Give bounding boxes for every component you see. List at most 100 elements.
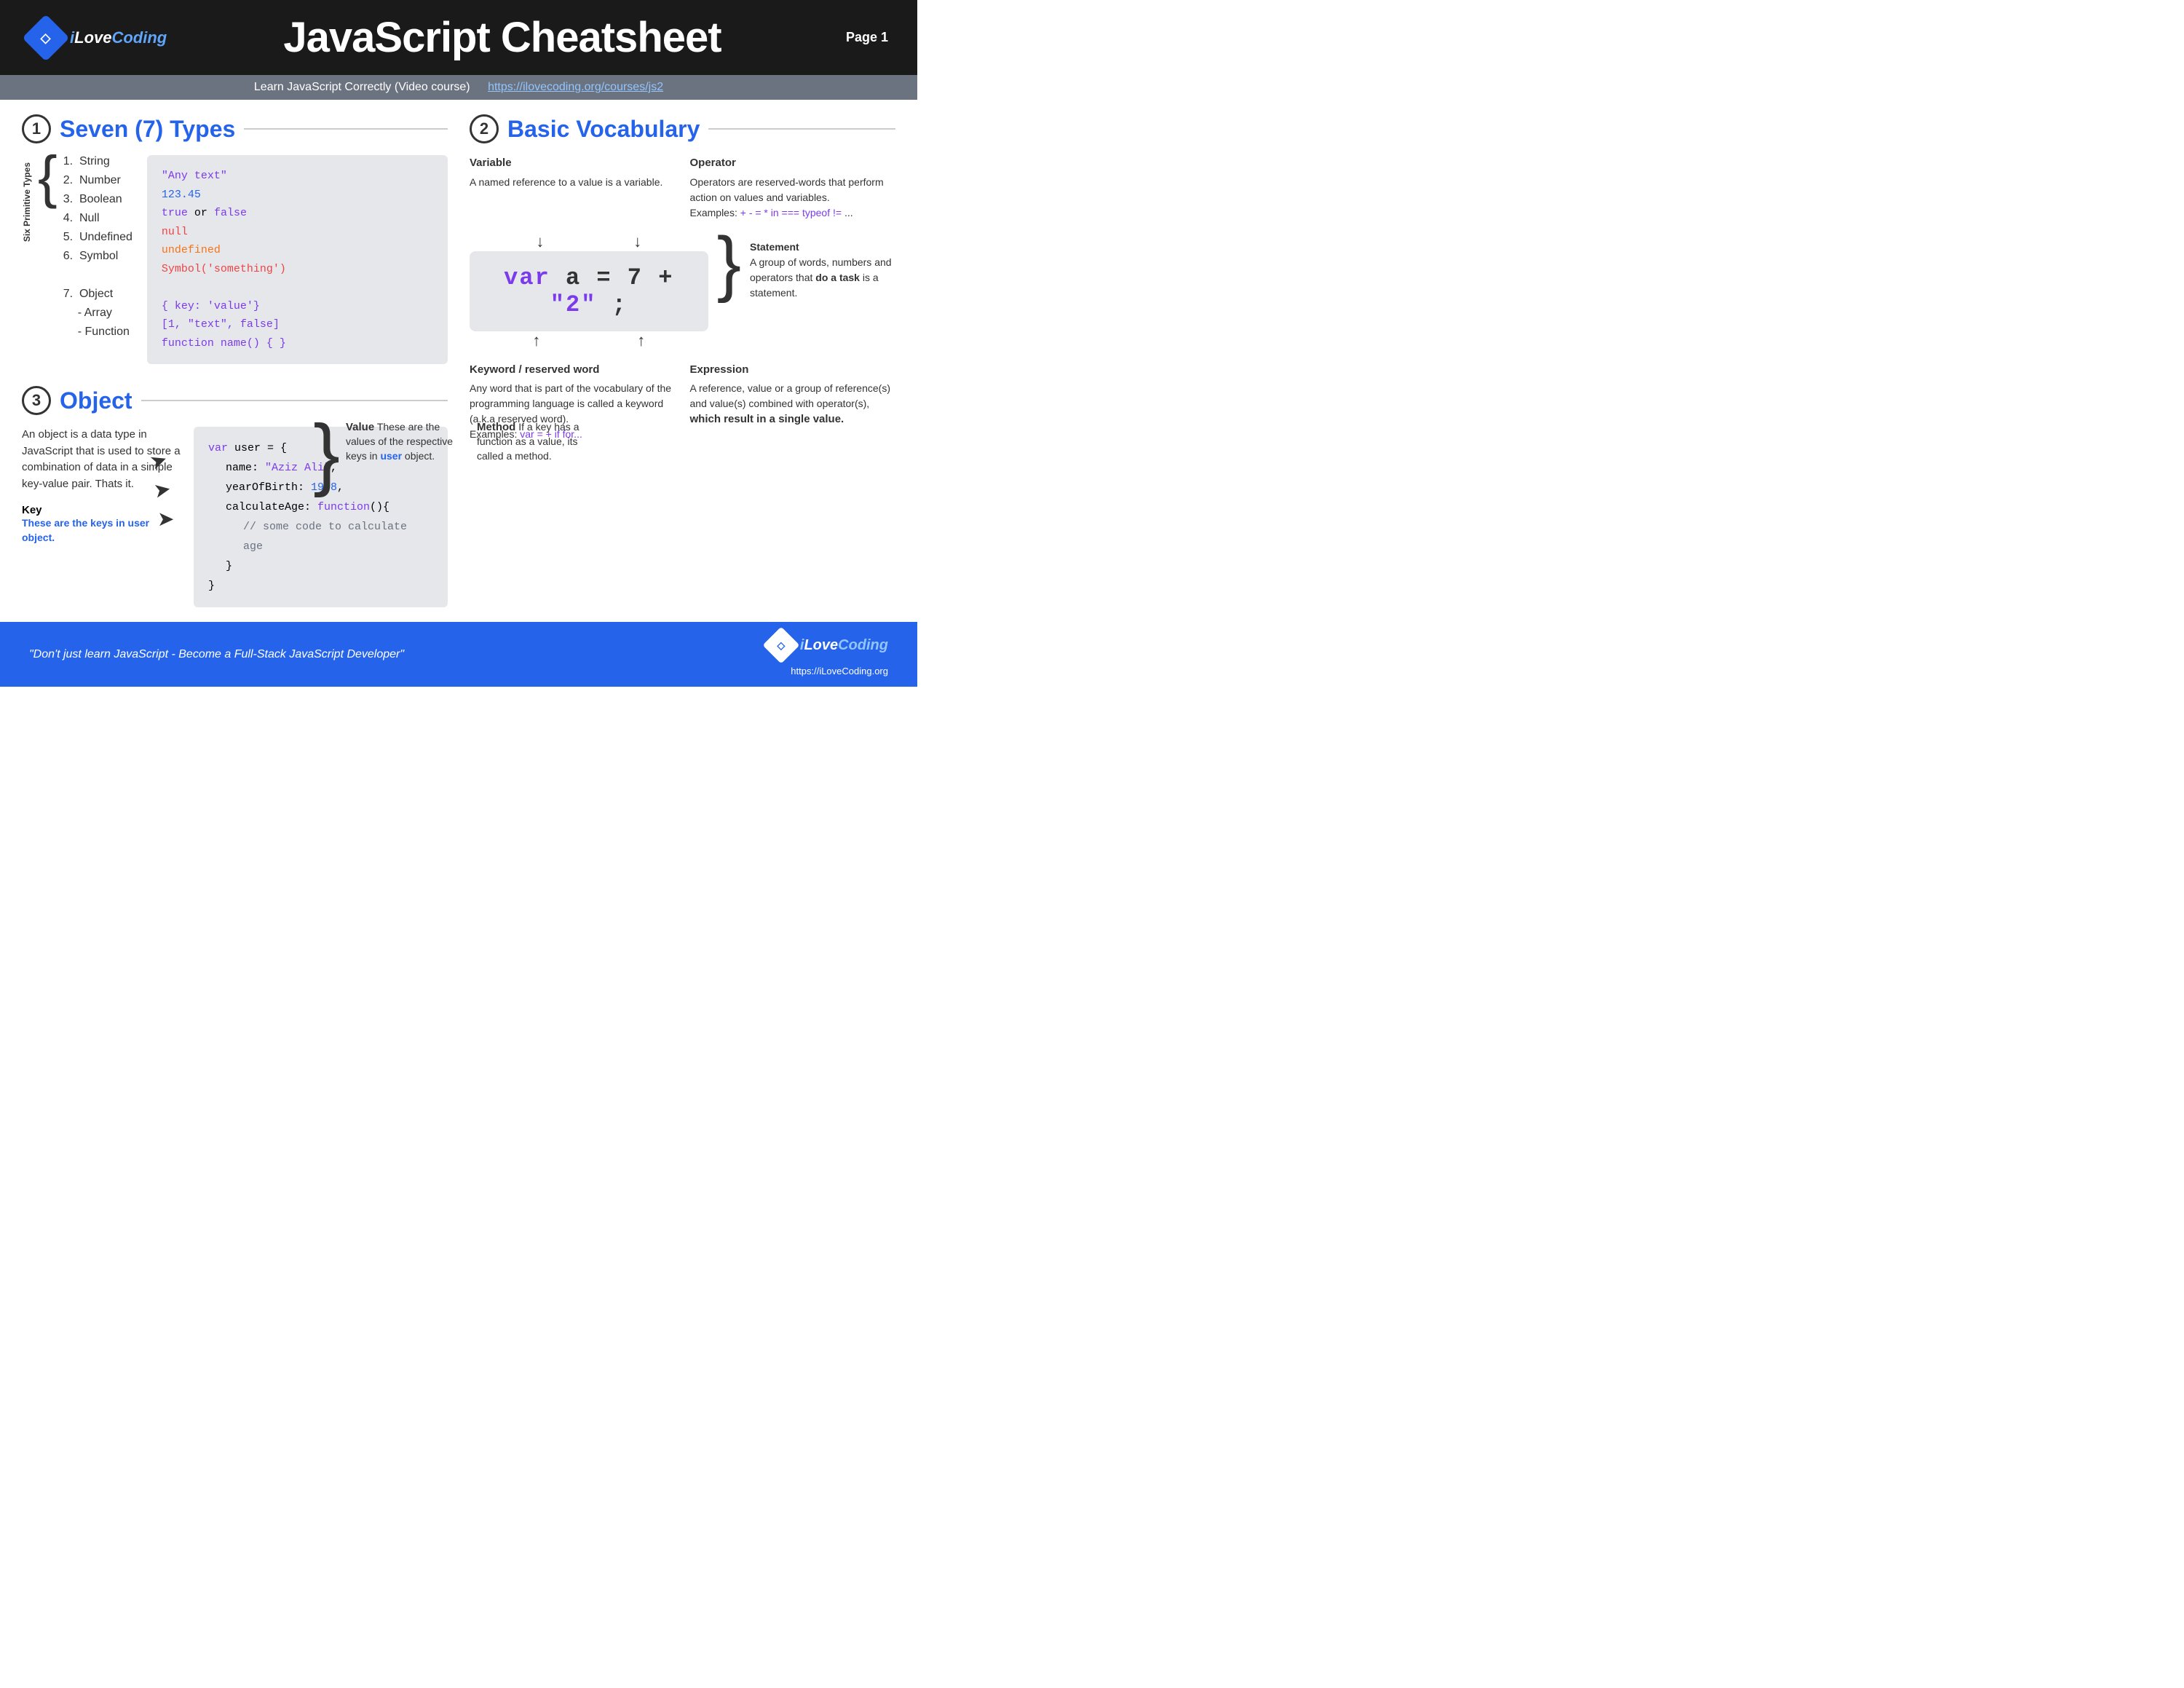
footer-coding: Coding (838, 637, 888, 653)
footer: "Don't just learn JavaScript - Become a … (0, 622, 917, 687)
code-line: true or false (162, 204, 433, 223)
footer-url: https://iLoveCoding.org (791, 666, 888, 677)
section2-title: Basic Vocabulary (507, 116, 700, 143)
brace-left-icon: { (38, 148, 58, 206)
vertical-label: Six Primitive Types (22, 162, 32, 242)
stmt-a: a (566, 264, 596, 291)
footer-diamond-inner: ◇ (777, 639, 785, 652)
stmt-plus: + (658, 264, 673, 291)
value-user-link: user (380, 450, 402, 462)
statement-annotation: Statement A group of words, numbers and … (750, 232, 895, 301)
types-list: 1. String 2. Number 3. Boolean 4. Null 5… (63, 155, 132, 344)
logo-coding: Coding (111, 28, 167, 47)
expression-desc: A reference, value or a group of referen… (690, 382, 896, 428)
logo-area: ◇ iLoveCoding (29, 21, 175, 55)
list-item: 2. Number (63, 174, 132, 187)
section2-header: 2 Basic Vocabulary (470, 114, 895, 143)
key-user-link: user (128, 517, 150, 529)
code-line: // some code to calculate age (208, 517, 433, 556)
stmt-str: "2" (550, 291, 597, 318)
footer-logo-row: ◇ iLoveCoding (768, 632, 888, 658)
value-method-cols: Value These are the values of the respec… (346, 419, 593, 463)
code-line: [1, "text", false] (162, 315, 433, 334)
section3-divider (141, 400, 448, 401)
list-item: 5. Undefined (63, 231, 132, 244)
statement-row: ↓ ↓ var a = 7 + "2" ; ↑ (470, 232, 895, 350)
types-content: Six Primitive Types { 1. String 2. Numbe… (22, 155, 448, 364)
operator-examples: Examples: + - = * in === typeof != ... (690, 207, 853, 218)
footer-diamond-icon: ◇ (762, 627, 799, 664)
operator-title: Operator (690, 155, 896, 172)
statement-title: Statement (750, 241, 799, 253)
code-line: } (208, 556, 433, 576)
list-item: 7. Object (63, 288, 132, 301)
section2-divider (708, 128, 895, 130)
stmt-eq: = (596, 264, 627, 291)
left-column: 1 Seven (7) Types Six Primitive Types { … (22, 114, 448, 607)
code-true: true (162, 207, 188, 219)
list-item (63, 269, 132, 282)
brace-right-stmt-icon: } (717, 236, 741, 291)
arrow-up-icon: ↑ (637, 331, 645, 350)
subheader-link[interactable]: https://ilovecoding.org/courses/js2 (488, 81, 663, 93)
code-line: { key: 'value'} (162, 297, 433, 316)
page-number: Page 1 (830, 30, 888, 45)
logo-text: iLoveCoding (70, 28, 167, 47)
code-line: 123.45 (162, 186, 433, 205)
keyword-title: Keyword / reserved word (470, 362, 676, 379)
vocab-top-row: Variable A named reference to a value is… (470, 155, 895, 221)
list-item: - Function (63, 326, 132, 339)
list-item: - Array (63, 307, 132, 320)
operator-desc: Operators are reserved-words that perfor… (690, 176, 884, 203)
statement-desc: A group of words, numbers and operators … (750, 256, 892, 299)
key-desc-text: These are the keys in (22, 517, 128, 529)
code-number: 123.45 (162, 189, 201, 201)
types-list-wrapper: Six Primitive Types { 1. String 2. Numbe… (22, 155, 132, 344)
arrow-down-icon: ↓ (536, 232, 544, 251)
code-array: [1, "text", false] (162, 318, 280, 331)
statement-box: var a = 7 + "2" ; (470, 251, 708, 331)
footer-logo: ◇ iLoveCoding https://iLoveCoding.org (768, 632, 888, 677)
stmt-semi: ; (612, 291, 628, 318)
code-function: function name() { } (162, 337, 286, 350)
section1-num: 1 (22, 114, 51, 143)
brace-right-icon: } (313, 419, 340, 488)
expression-col: Expression A reference, value or a group… (690, 362, 896, 443)
main-content: 1 Seven (7) Types Six Primitive Types { … (0, 100, 917, 622)
value-annotation: Value These are the values of the respec… (346, 419, 462, 463)
section-vocab: 2 Basic Vocabulary Variable A named refe… (470, 114, 895, 442)
stmt-7: 7 (628, 264, 658, 291)
statement-main: ↓ ↓ var a = 7 + "2" ; ↑ (470, 232, 708, 350)
stmt-var: var (504, 264, 550, 291)
value-desc-suffix: object. (402, 450, 435, 462)
code-line: null (162, 223, 433, 242)
expression-bold: which result in a single value. (690, 411, 896, 428)
code-symbol: Symbol('something') (162, 263, 286, 275)
code-false: false (214, 207, 247, 219)
code-undefined: undefined (162, 244, 221, 256)
arrows-down: ↓ ↓ (470, 232, 708, 251)
subheader-text: Learn JavaScript Correctly (Video course… (254, 81, 470, 93)
arrow-icon: ➤ (157, 507, 174, 531)
list-item: 4. Null (63, 212, 132, 225)
section3-title: Object (60, 387, 132, 414)
code-line: function name() { } (162, 334, 433, 353)
list-item: 3. Boolean (63, 193, 132, 206)
object-code-area: ➤ ➤ ➤ var user = { name: "Aziz Ali", yea… (194, 427, 448, 607)
key-desc-suffix: object. (22, 532, 55, 543)
page-title: JavaScript Cheatsheet (175, 13, 830, 62)
section1-divider (244, 128, 448, 130)
code-line (162, 278, 433, 297)
right-annotations: } Value These are the values of the resp… (313, 419, 593, 488)
arrow-down-icon: ↓ (633, 232, 641, 251)
expression-title: Expression (690, 362, 896, 379)
section2-num: 2 (470, 114, 499, 143)
section1-title: Seven (7) Types (60, 116, 235, 143)
arrow-up-icon: ↑ (532, 331, 540, 350)
variable-title: Variable (470, 155, 676, 172)
section1-header: 1 Seven (7) Types (22, 114, 448, 143)
method-annotation: Method If a key has a function as a valu… (477, 419, 593, 463)
code-string: "Any text" (162, 170, 227, 182)
right-column: 2 Basic Vocabulary Variable A named refe… (470, 114, 895, 607)
section3-num: 3 (22, 386, 51, 415)
